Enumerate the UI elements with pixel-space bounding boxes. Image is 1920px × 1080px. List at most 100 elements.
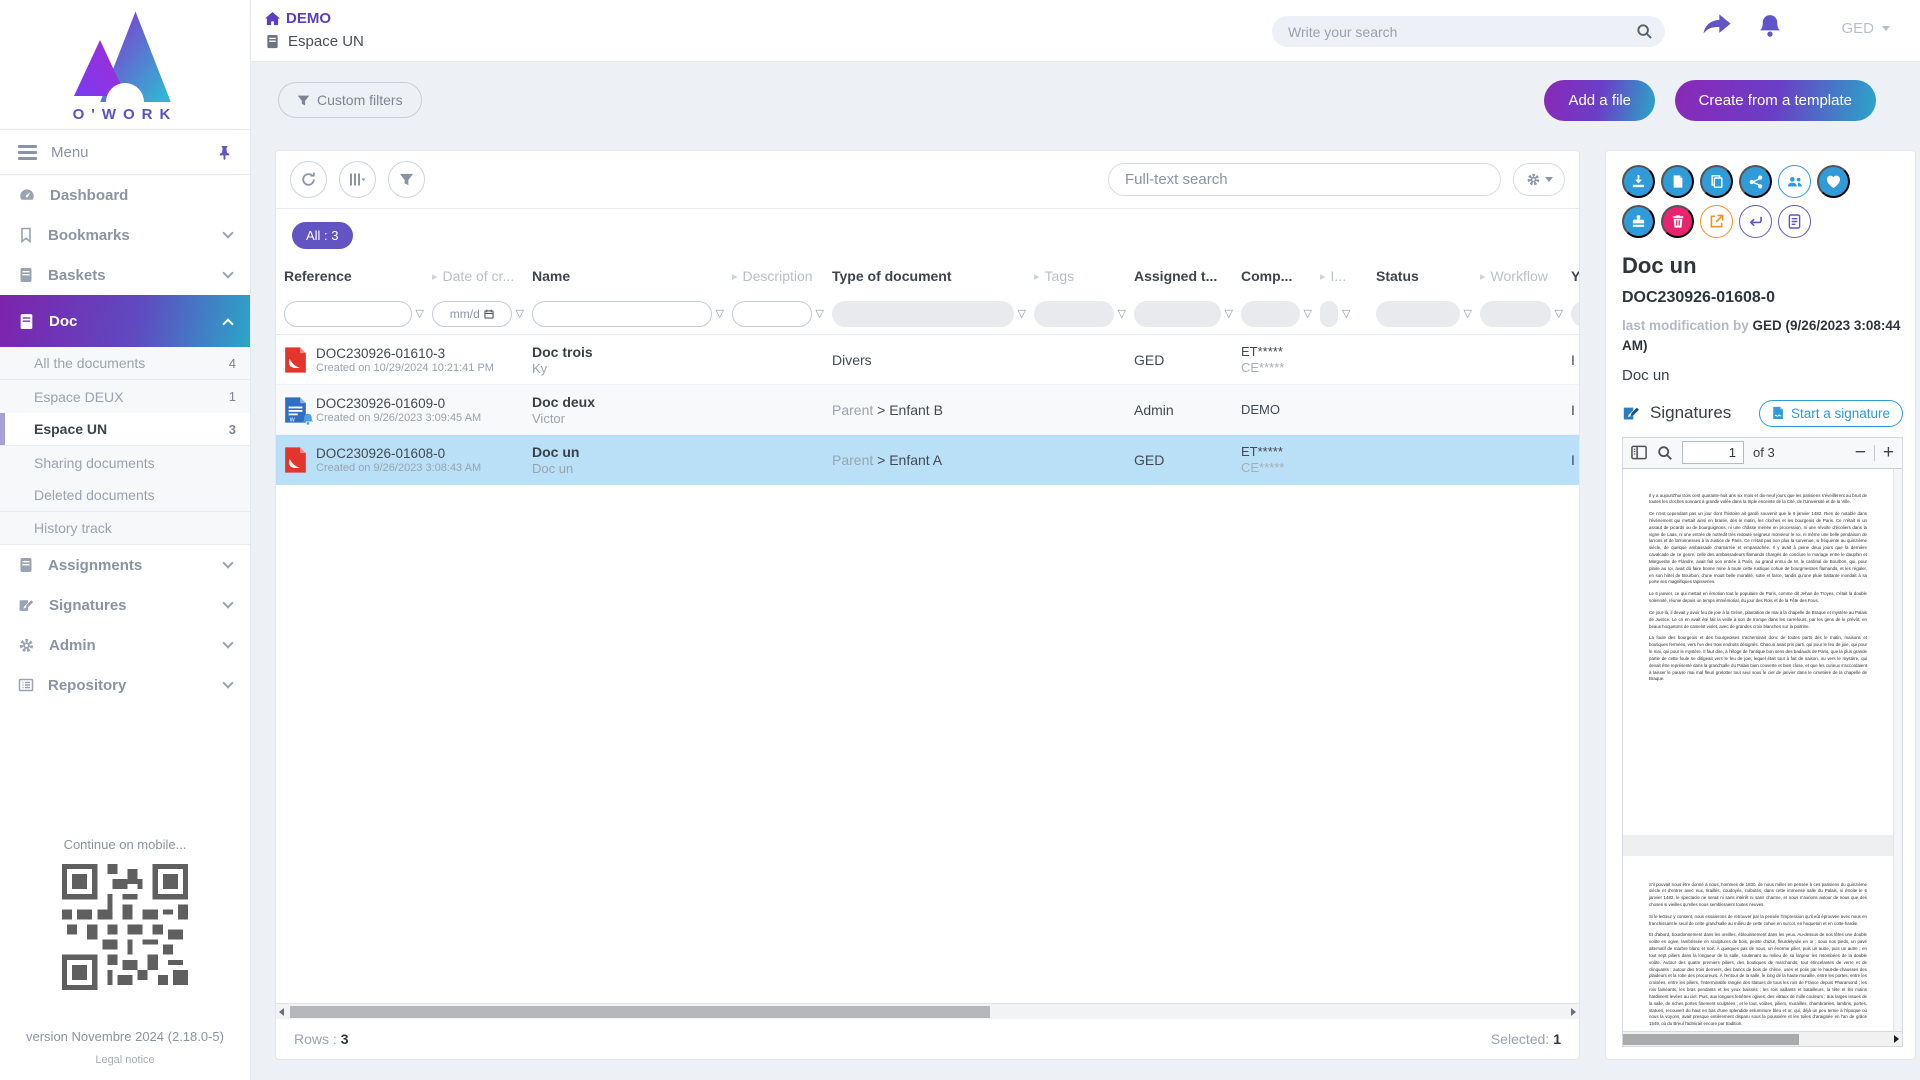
- open-external-button[interactable]: [1700, 205, 1733, 238]
- document-title: Doc un: [1622, 253, 1903, 279]
- sidebar-toggle-icon[interactable]: [1631, 445, 1648, 460]
- qr-code: [62, 864, 188, 990]
- sidebar-item-deleted-documents[interactable]: Deleted documents: [0, 479, 250, 512]
- chevron-down-icon: [222, 637, 233, 648]
- pin-icon[interactable]: [217, 145, 232, 160]
- global-search-input[interactable]: [1288, 24, 1636, 40]
- sidebar-item-dashboard[interactable]: Dashboard: [0, 175, 250, 215]
- refresh-button[interactable]: [290, 161, 327, 198]
- search-icon[interactable]: [1636, 23, 1653, 40]
- filter-icon: [297, 94, 310, 107]
- funnel-icon[interactable]: ▽: [1225, 307, 1233, 320]
- favorite-button[interactable]: [1817, 165, 1850, 198]
- bell-icon[interactable]: [1758, 14, 1782, 39]
- sidebar-item-repository[interactable]: Repository: [0, 665, 250, 705]
- sidebar-item-all-documents[interactable]: All the documents 4: [0, 347, 250, 380]
- funnel-icon[interactable]: ▽: [1555, 307, 1563, 320]
- sidebar-item-baskets[interactable]: Baskets: [0, 255, 250, 295]
- name-filter-input[interactable]: [532, 301, 712, 327]
- search-icon[interactable]: [1657, 445, 1673, 461]
- table-row-selected[interactable]: DOC230926-01608-0 Created on 9/26/2023 3…: [276, 435, 1579, 485]
- sidebar-item-sharing-documents[interactable]: Sharing documents: [0, 446, 250, 479]
- filter-button[interactable]: [388, 161, 425, 198]
- download-icon: [1631, 174, 1646, 189]
- funnel-icon[interactable]: ▽: [816, 307, 824, 320]
- table-horizontal-scrollbar[interactable]: [276, 1003, 1579, 1019]
- column-header-company[interactable]: Comp...: [1241, 268, 1320, 284]
- global-search[interactable]: [1272, 16, 1665, 47]
- pdf-horizontal-scrollbar[interactable]: [1623, 1031, 1902, 1046]
- fulltext-search-input[interactable]: [1125, 171, 1484, 188]
- reference-filter-input[interactable]: [284, 301, 412, 327]
- sidebar-item-bookmarks[interactable]: Bookmarks: [0, 215, 250, 255]
- summary-button[interactable]: [1778, 205, 1811, 238]
- return-button[interactable]: [1739, 205, 1772, 238]
- column-header-i[interactable]: ▸I...: [1320, 268, 1376, 284]
- fulltext-search[interactable]: [1108, 163, 1501, 196]
- column-header-reference[interactable]: Reference: [284, 268, 432, 284]
- pdf-vertical-scrollbar[interactable]: [1893, 469, 1902, 1032]
- funnel-icon[interactable]: ▽: [416, 307, 424, 320]
- description-filter-input[interactable]: [732, 301, 812, 327]
- column-header-description[interactable]: ▸Description: [732, 268, 832, 284]
- upload-version-button[interactable]: [1661, 165, 1694, 198]
- column-header-workflow[interactable]: ▸Workflow: [1480, 268, 1571, 284]
- columns-button[interactable]: [339, 161, 376, 198]
- scrollbar-thumb[interactable]: [1623, 1034, 1799, 1045]
- file-upload-icon: [1671, 174, 1685, 189]
- funnel-icon[interactable]: ▽: [1464, 307, 1472, 320]
- column-header-type[interactable]: Type of document: [832, 268, 1034, 284]
- scroll-left-arrow[interactable]: [279, 1008, 284, 1016]
- sidebar-item-admin[interactable]: Admin: [0, 625, 250, 665]
- delete-button[interactable]: [1661, 205, 1694, 238]
- sidebar-item-doc[interactable]: Doc: [0, 295, 250, 347]
- start-signature-button[interactable]: Start a signature: [1759, 400, 1903, 427]
- funnel-icon[interactable]: ▽: [1342, 307, 1350, 320]
- scrollbar-thumb[interactable]: [290, 1006, 990, 1018]
- sidebar-item-history-track[interactable]: History track: [0, 512, 250, 545]
- user-menu[interactable]: GED: [1841, 20, 1890, 37]
- sidebar-item-assignments[interactable]: Assignments: [0, 545, 250, 585]
- share-button[interactable]: [1739, 165, 1772, 198]
- stamp-button[interactable]: [1622, 205, 1655, 238]
- column-header-assigned[interactable]: Assigned t...: [1134, 268, 1241, 284]
- pdf-page-2: S'il pouvait nous être donné à nous, hom…: [1623, 856, 1893, 1032]
- column-header-name[interactable]: Name: [532, 268, 732, 284]
- users-button[interactable]: [1778, 165, 1811, 198]
- copy-button[interactable]: [1700, 165, 1733, 198]
- create-from-template-button[interactable]: Create from a template: [1675, 80, 1876, 121]
- share-arrow-icon[interactable]: [1703, 14, 1731, 38]
- menu-toggle[interactable]: Menu: [0, 129, 250, 175]
- download-button[interactable]: [1622, 165, 1655, 198]
- pdf-pages[interactable]: Il y a aujourd'hui trois cent quarante-h…: [1623, 469, 1902, 1032]
- all-count-pill[interactable]: All : 3: [292, 222, 353, 249]
- table-row[interactable]: w DOC230926-01609-0 Created on 9/26/2023…: [276, 385, 1579, 435]
- sidebar-item-espace-deux[interactable]: Espace DEUX 1: [0, 380, 250, 413]
- funnel-icon[interactable]: ▽: [516, 307, 524, 320]
- sidebar-item-espace-un[interactable]: Espace UN 3: [0, 413, 250, 446]
- date-filter-input[interactable]: mm/d: [432, 301, 512, 327]
- page-number-input[interactable]: [1682, 441, 1744, 464]
- zoom-out-button[interactable]: −: [1855, 443, 1866, 462]
- column-header-y[interactable]: Y...: [1571, 268, 1580, 284]
- column-header-date[interactable]: ▸Date of cr...: [432, 268, 532, 284]
- scroll-right-arrow[interactable]: [1571, 1008, 1576, 1016]
- scroll-right-arrow[interactable]: [1894, 1035, 1899, 1043]
- breadcrumb-app[interactable]: DEMO: [265, 10, 364, 27]
- column-header-tags[interactable]: ▸Tags: [1034, 268, 1134, 284]
- pdf-file-icon: [284, 346, 307, 374]
- table-settings-button[interactable]: [1513, 163, 1565, 196]
- funnel-icon[interactable]: ▽: [1018, 307, 1026, 320]
- column-header-status[interactable]: Status: [1376, 268, 1480, 284]
- funnel-icon[interactable]: ▽: [1118, 307, 1126, 320]
- doc-name: Doc deux: [532, 394, 732, 410]
- custom-filters-button[interactable]: Custom filters: [278, 82, 422, 118]
- funnel-icon[interactable]: ▽: [716, 307, 724, 320]
- funnel-icon[interactable]: ▽: [1304, 307, 1312, 320]
- documents-table-card: All : 3 Reference ▸Date of cr... Name ▸D…: [275, 150, 1580, 1060]
- add-file-button[interactable]: Add a file: [1544, 80, 1655, 121]
- sidebar-item-signatures[interactable]: Signatures: [0, 585, 250, 625]
- legal-notice-link[interactable]: Legal notice: [0, 1054, 250, 1066]
- table-row[interactable]: DOC230926-01610-3 Created on 10/29/2024 …: [276, 335, 1579, 385]
- zoom-in-button[interactable]: +: [1883, 443, 1894, 462]
